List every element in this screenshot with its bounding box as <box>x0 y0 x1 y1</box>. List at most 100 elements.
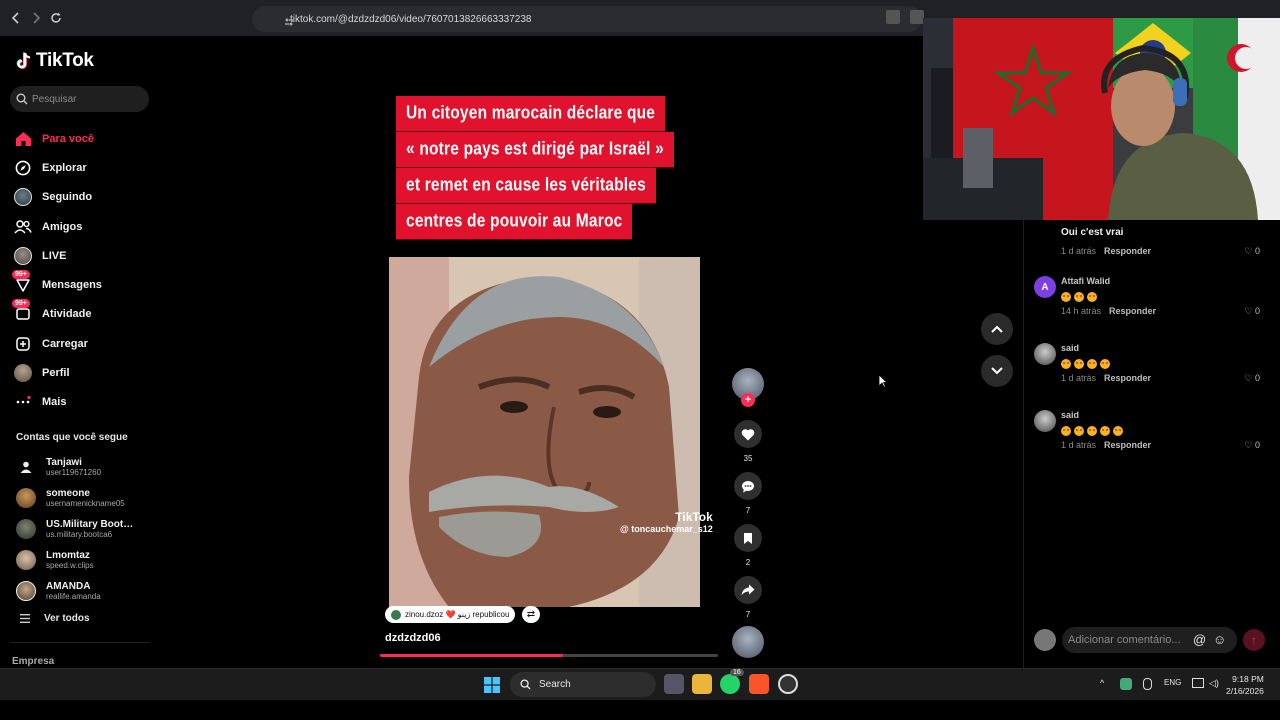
see-all-label: Ver todos <box>44 613 90 624</box>
comment-meta: 1 d atrás Responder <box>1061 373 1151 383</box>
nav-label: Amigos <box>42 220 83 233</box>
next-video-button[interactable] <box>981 355 1013 387</box>
video-author[interactable]: dzdzdzd06 <box>385 632 441 644</box>
sidebar: TikTok Pesquisar Para você Explorar Segu… <box>0 36 160 668</box>
nav-item-atividade[interactable]: 99+ Atividade <box>12 299 102 329</box>
site-info-icon[interactable] <box>284 14 294 32</box>
activity-badge: 99+ <box>12 299 30 309</box>
following-account[interactable]: someone usernamenickname05 <box>16 483 138 514</box>
emoji-icon <box>1074 292 1084 303</box>
following-account[interactable]: AMANDA reallife.amanda <box>16 575 138 606</box>
emoji-icon <box>1100 426 1110 437</box>
obs-icon[interactable] <box>778 674 798 694</box>
previous-video-button[interactable] <box>981 313 1013 345</box>
nav-item-explorar[interactable]: Explorar <box>14 153 102 182</box>
tray-app-icon[interactable] <box>1120 678 1132 690</box>
bottom-border <box>0 700 1280 720</box>
avatar[interactable] <box>1034 410 1056 432</box>
nav-item-carregar[interactable]: Carregar <box>14 329 102 358</box>
comment-input-placeholder: Adicionar comentário... <box>1068 634 1181 646</box>
comment-author[interactable]: said <box>1061 343 1079 353</box>
share-button[interactable] <box>734 576 762 604</box>
extension-icon[interactable] <box>910 10 924 24</box>
extension-icon[interactable] <box>886 10 900 24</box>
see-all-button[interactable]: Ver todos <box>20 613 90 624</box>
divider <box>10 642 150 643</box>
emoji-icon <box>1087 292 1097 303</box>
brave-browser-icon[interactable] <box>749 674 769 694</box>
following-account[interactable]: Tanjawi user119671260 <box>16 452 138 483</box>
video-frame-image <box>389 257 700 607</box>
language-indicator[interactable]: ENG <box>1164 678 1181 687</box>
share-count: 7 <box>745 610 751 619</box>
video-progress-bar[interactable] <box>380 654 718 657</box>
video-watermark: TikTok @ toncauchemar_s12 <box>620 510 713 534</box>
sound-avatar[interactable] <box>732 626 764 658</box>
comment-author[interactable]: said <box>1061 410 1079 420</box>
task-view-icon[interactable] <box>664 674 684 694</box>
nav-item-perfil[interactable]: Perfil <box>14 358 102 387</box>
url-text[interactable]: tiktok.com/@dzdzdzd06/video/760701382666… <box>290 14 531 25</box>
nav-item-amigos[interactable]: Amigos <box>14 212 102 241</box>
repost-chip[interactable]: zinou.dzoz ❤️ زينو republicou <box>385 606 516 623</box>
comment-like-button[interactable]: ♡ 0 <box>1244 440 1260 451</box>
save-button[interactable] <box>734 524 762 552</box>
creator-avatar[interactable]: + <box>732 368 764 407</box>
following-account[interactable]: Lmomtaz speed.w.clips <box>16 544 138 575</box>
reply-button[interactable]: Responder <box>1109 306 1156 316</box>
microphone-icon[interactable] <box>1143 678 1152 690</box>
nav-label: Perfil <box>42 367 70 380</box>
nav-item-para-voce[interactable]: Para você <box>14 124 102 153</box>
search-icon <box>520 679 531 690</box>
whatsapp-badge: 16 <box>730 669 744 676</box>
avatar[interactable]: A <box>1034 276 1056 298</box>
comment-author[interactable]: Attafi Walid <box>1061 276 1110 286</box>
comment-meta: 1 d atrás Responder <box>1061 440 1151 450</box>
nav-item-mais[interactable]: Mais <box>14 388 102 417</box>
nav-label: Explorar <box>42 161 87 174</box>
comment-icon <box>742 480 754 492</box>
comment-like-button[interactable]: ♡ 0 <box>1244 306 1260 317</box>
chevron-down-icon <box>991 367 1003 375</box>
file-explorer-icon[interactable] <box>692 674 712 694</box>
volume-icon[interactable]: ◁) <box>1209 678 1219 689</box>
repost-icon[interactable]: ⇄ <box>522 606 540 623</box>
taskbar-search[interactable]: Search <box>510 672 656 697</box>
tiktok-logo[interactable]: TikTok <box>16 50 94 72</box>
comment-input[interactable]: Adicionar comentário... <box>1062 627 1237 653</box>
like-button[interactable] <box>734 420 762 448</box>
network-icon[interactable] <box>1192 678 1204 688</box>
avatar[interactable] <box>1034 343 1056 365</box>
post-comment-button[interactable]: ↑ <box>1243 629 1265 651</box>
reply-button[interactable]: Responder <box>1104 440 1151 450</box>
mention-icon[interactable]: @ <box>1193 632 1206 647</box>
nav-item-live[interactable]: LIVE <box>14 241 102 270</box>
account-name: US.Military Bootca... <box>46 518 138 530</box>
reply-button[interactable]: Responder <box>1104 373 1151 383</box>
account-username: usernamenickname05 <box>46 499 125 509</box>
comment-item: A Attafi Walid 14 h atrás Responder ♡ 0 <box>1034 276 1264 343</box>
comment-like-button[interactable]: ♡ 0 <box>1244 373 1260 384</box>
whatsapp-icon[interactable]: 16 <box>720 669 744 694</box>
list-icon <box>20 614 30 623</box>
comment-button[interactable] <box>734 472 762 500</box>
reply-button[interactable]: Responder <box>1104 246 1151 256</box>
company-link[interactable]: Empresa <box>12 656 54 667</box>
address-bar[interactable]: tiktok.com/@dzdzdzd06/video/760701382666… <box>252 6 922 32</box>
following-account[interactable]: US.Military Bootca... us.military.bootca6 <box>16 514 138 545</box>
search-placeholder: Pesquisar <box>32 93 77 105</box>
reload-icon[interactable] <box>46 8 66 28</box>
avatar <box>16 580 36 601</box>
emoji-picker-icon[interactable]: ☺ <box>1213 632 1226 647</box>
follow-plus-icon[interactable]: + <box>741 393 755 407</box>
back-icon[interactable] <box>6 8 26 28</box>
chevron-up-icon[interactable]: ^ <box>1100 678 1104 688</box>
comment-like-button[interactable]: ♡ 0 <box>1244 246 1260 257</box>
nav-item-mensagens[interactable]: 99+ Mensagens <box>12 270 102 299</box>
nav-item-seguindo[interactable]: Seguindo <box>14 183 102 212</box>
forward-icon[interactable] <box>26 8 46 28</box>
search-input[interactable]: Pesquisar <box>10 86 149 112</box>
clock[interactable]: 9:18 PM 2/16/2026 <box>1226 673 1264 697</box>
windows-start-icon[interactable] <box>484 677 500 698</box>
emoji-icon <box>1061 292 1071 303</box>
